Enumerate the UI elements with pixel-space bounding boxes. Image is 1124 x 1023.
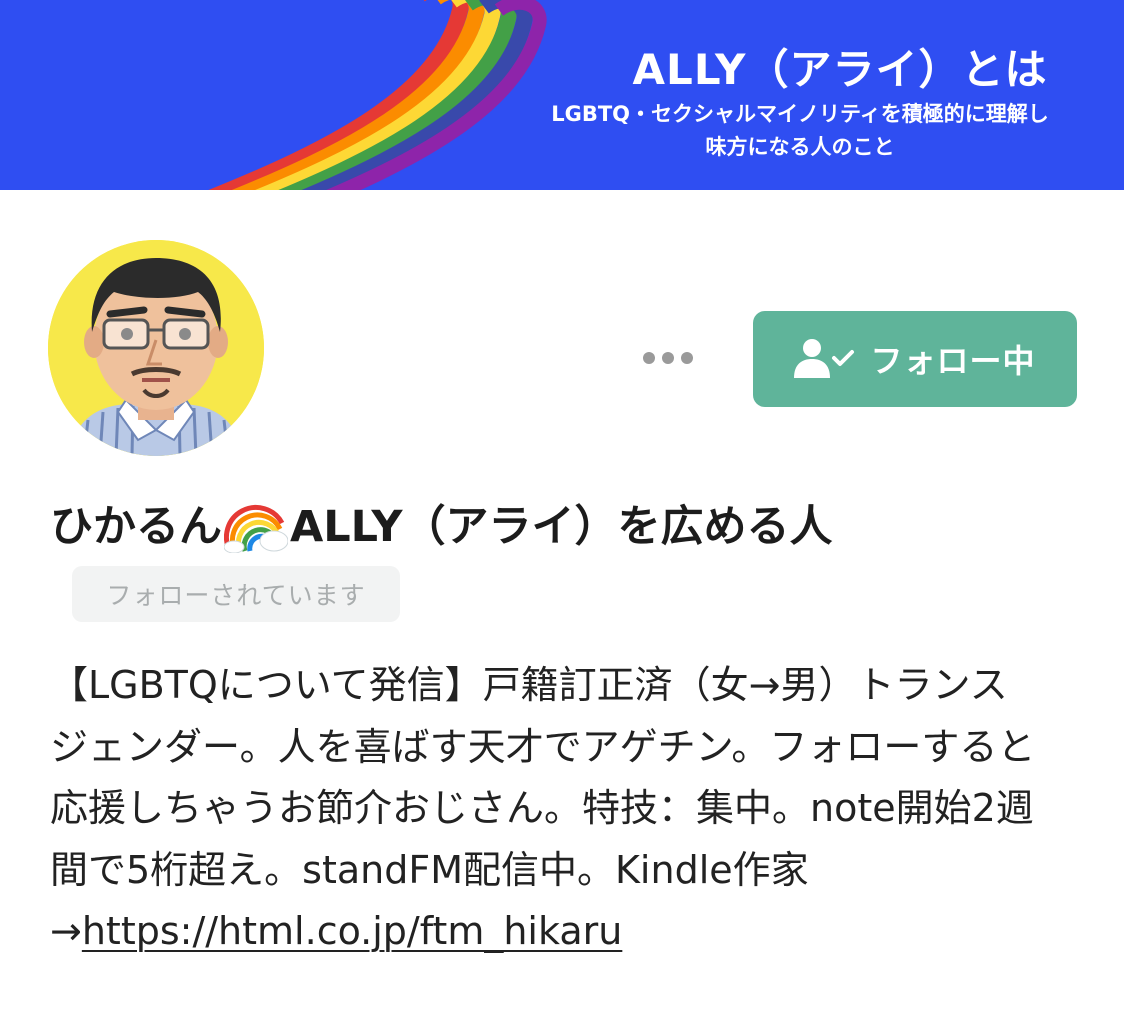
rainbow-emoji-icon [224,504,288,553]
following-button[interactable]: フォロー中 [753,311,1077,407]
bio-link-arrow: → [50,909,82,953]
display-name-suffix: ALLY（アライ）を広める人 [290,502,833,552]
banner-subtitle-line1: LGBTQ・セクシャルマイノリティを積極的に理解し [551,102,1049,126]
bio-link-line: →https://html.co.jp/ftm_hikaru [50,901,1090,963]
more-dot-icon [643,352,655,364]
more-dot-icon [681,352,693,364]
profile-header-banner: ALLY（アライ）とは LGBTQ・セクシャルマイノリティを積極的に理解し 味方… [0,0,1124,190]
bio-line: ジェンダー。人を喜ばす天才でアゲチン。フォローすると [50,724,1036,769]
more-options-button[interactable] [636,336,700,380]
bio-line: 間で5桁超え。standFM配信中。Kindle作家 [50,847,809,892]
display-name-prefix: ひかるん [50,502,222,552]
more-dot-icon [662,352,674,364]
display-name: ひかるん ALLY（アライ）を広める人 [50,492,833,554]
bio-line: 【LGBTQについて発信】戸籍訂正済（女→男）トランス [50,663,1008,707]
avatar[interactable] [48,240,264,456]
following-button-label: フォロー中 [870,342,1036,380]
user-check-icon [794,339,855,378]
rainbow-ribbon-icon [208,0,547,190]
banner-title: ALLY（アライ）とは [632,45,1048,94]
cartoon-man-avatar-icon [48,240,264,456]
bio-link[interactable]: https://html.co.jp/ftm_hikaru [82,909,622,953]
profile-page: ALLY（アライ）とは LGBTQ・セクシャルマイノリティを積極的に理解し 味方… [0,0,1124,1023]
profile-bio: 【LGBTQについて発信】戸籍訂正済（女→男）トランス ジェンダー。人を喜ばす天… [50,655,1090,963]
bio-line: 応援しちゃうお節介おじさん。特技：集中。note開始2週 [50,786,1034,830]
follows-you-badge: フォローされています [72,566,400,622]
banner-subtitle-line2: 味方になる人のこと [705,135,895,159]
